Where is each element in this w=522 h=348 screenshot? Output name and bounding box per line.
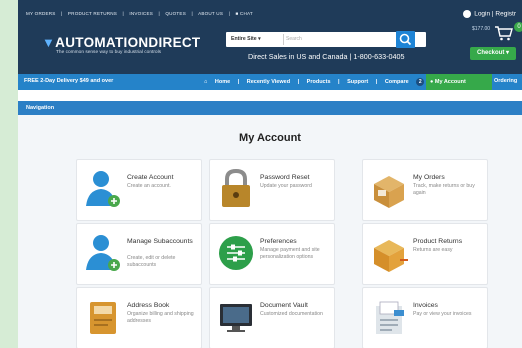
checkout-button[interactable]: Checkout ▾ [470, 47, 516, 60]
separator: | [237, 79, 240, 85]
card-title: Invoices [413, 302, 438, 309]
nav-home[interactable]: Home [215, 79, 230, 85]
search-scope-select[interactable]: Entire Site ▾ [228, 34, 284, 45]
card-invoices[interactable]: Invoices Pay or view your invoices [362, 287, 488, 348]
card-document-vault[interactable]: Document Vault Customized documentation [209, 287, 335, 348]
card-password-reset[interactable]: Password Reset Update your password [209, 159, 335, 221]
cart-count-badge: 0 [514, 22, 522, 32]
navigation-toggle[interactable]: Navigation [18, 101, 522, 115]
card-desc: Manage payment and site personalization … [260, 247, 320, 260]
card-title: Document Vault [260, 302, 308, 309]
my-account-label: My Account [434, 79, 466, 85]
checkout-label: Checkout [476, 50, 505, 56]
card-title: Password Reset [260, 174, 310, 181]
separator: | [338, 79, 340, 85]
search-icon [399, 33, 412, 46]
logo-text: AUTOMATIONDIRECT [55, 35, 201, 50]
card-title: Address Book [127, 302, 170, 309]
top-links: MY ORDERS | PRODUCT RETURNS | INVOICES |… [26, 11, 261, 16]
nav-recently-viewed[interactable]: Recently Viewed [247, 79, 290, 85]
cart-icon[interactable] [494, 25, 514, 41]
search-button[interactable] [396, 31, 415, 48]
separator: | [297, 79, 300, 85]
card-desc: Update your password [260, 183, 312, 189]
site-header: MY ORDERS | PRODUCT RETURNS | INVOICES |… [18, 0, 522, 74]
nav-support[interactable]: Support [347, 79, 368, 85]
user-icon [463, 10, 472, 18]
padlock-icon [222, 168, 250, 207]
top-link-chat[interactable]: ■ CHAT [235, 11, 256, 16]
add-user-icon [86, 171, 120, 207]
top-link-my-orders[interactable]: MY ORDERS [26, 11, 56, 16]
card-desc: Organize billing and shipping addresses [127, 311, 194, 324]
manage-users-icon [86, 235, 120, 271]
card-desc: Returns are easy [413, 247, 453, 253]
card-create-account[interactable]: Create Account Create an account. [76, 159, 202, 221]
account-content: My Account Create Account Create an acco… [18, 115, 522, 348]
card-desc: Create, edit or delete subaccounts [127, 255, 176, 268]
search-input[interactable]: Search [286, 34, 302, 45]
card-my-orders[interactable]: My Orders Track, make returns or buy aga… [362, 159, 488, 221]
login-link[interactable]: Login | Registr [463, 10, 516, 18]
card-title: Preferences [260, 238, 297, 245]
top-link-product-returns[interactable]: PRODUCT RETURNS [68, 11, 117, 16]
separator: | [122, 11, 124, 16]
monitor-icon [220, 304, 252, 332]
sliders-icon [219, 236, 253, 270]
separator: | [158, 11, 160, 16]
top-link-about-us[interactable]: ABOUT US [198, 11, 223, 16]
chat-label: CHAT [239, 11, 253, 16]
sales-phone: Direct Sales in US and Canada | 1-800-63… [248, 52, 405, 61]
separator: | [61, 11, 63, 16]
separator: | [191, 11, 193, 16]
return-box-icon [374, 240, 408, 272]
browser-page: MY ORDERS | PRODUCT RETURNS | INVOICES |… [18, 0, 522, 348]
tagline: The common sense way to buy industrial c… [56, 50, 162, 55]
promo-text[interactable]: FREE 2-Day Delivery $49 and over [24, 78, 113, 84]
card-title: My Orders [413, 174, 445, 181]
card-preferences[interactable]: Preferences Manage payment and site pers… [209, 223, 335, 285]
card-title: Product Returns [413, 238, 463, 245]
cart-total: $177.00 [472, 26, 491, 32]
compare-count-badge: 2 [416, 78, 425, 86]
shipping-box-icon [374, 176, 404, 208]
card-desc: Customized documentation [260, 311, 323, 317]
card-address-book[interactable]: Address Book Organize billing and shippi… [76, 287, 202, 348]
top-link-invoices[interactable]: INVOICES [129, 11, 153, 16]
page-title: My Account [239, 132, 301, 144]
card-desc: Pay or view your invoices [413, 311, 472, 317]
main-nav: FREE 2-Day Delivery $49 and over ⌂ Home … [18, 74, 522, 90]
card-manage-subaccounts[interactable]: Manage Subaccounts Create, edit or delet… [76, 223, 202, 285]
card-desc: Create an account. [127, 183, 171, 189]
separator: | [375, 79, 378, 85]
nav-links: ⌂ Home | Recently Viewed | Products | Su… [201, 78, 427, 86]
card-title: Manage Subaccounts [127, 238, 193, 245]
home-icon: ⌂ [204, 79, 208, 85]
nav-products[interactable]: Products [307, 79, 331, 85]
address-book-icon [90, 302, 116, 334]
card-product-returns[interactable]: Product Returns Returns are easy [362, 223, 488, 285]
top-link-quotes[interactable]: QUOTES [165, 11, 186, 16]
login-label: Login | Registr [474, 10, 516, 18]
search-scope-label: Entire Site [231, 36, 257, 42]
logo-chevron-icon: ▼ [42, 35, 56, 50]
invoice-icon [376, 301, 404, 334]
card-title: Create Account [127, 174, 174, 181]
nav-my-account[interactable]: ● My Account [426, 74, 492, 90]
account-icon: ● [430, 79, 434, 85]
nav-compare[interactable]: Compare [385, 79, 409, 85]
card-desc: Track, make returns or buy again [413, 183, 475, 196]
site-logo[interactable]: ▼AUTOMATIONDIRECT [42, 35, 200, 50]
separator: | [228, 11, 230, 16]
nav-ordering[interactable]: Ordering [494, 78, 517, 84]
